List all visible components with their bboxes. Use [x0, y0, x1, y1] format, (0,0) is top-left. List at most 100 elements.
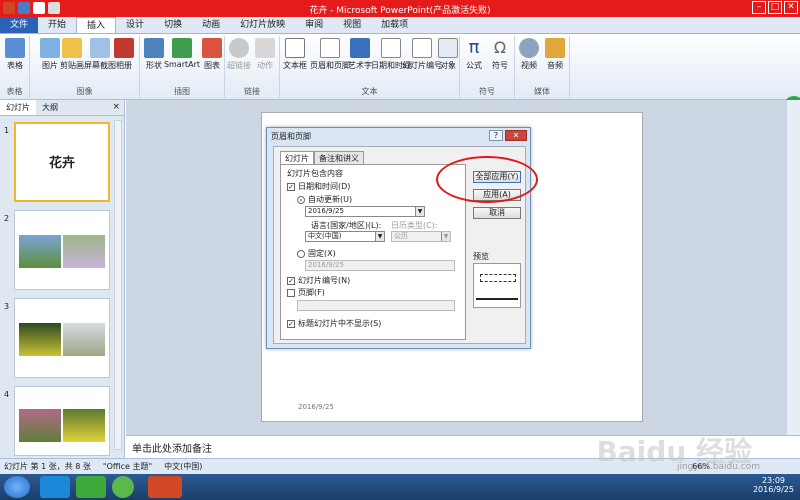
- tab-slides[interactable]: 幻灯片: [0, 100, 36, 115]
- group-text: 文本框 页眉和页脚 艺术字 日期和时间 幻灯片编号 对象 文本: [280, 36, 460, 98]
- group-tables: 表格 表格: [0, 36, 30, 98]
- panel-scrollbar[interactable]: [114, 120, 122, 450]
- clipart-icon: [62, 38, 82, 58]
- hide-on-title-row[interactable]: ✓ 标题幻灯片中不显示(S): [287, 318, 381, 329]
- slide-number-3: 3: [4, 302, 10, 311]
- audio-button[interactable]: 音频: [535, 38, 575, 71]
- auto-date-select[interactable]: 2016/9/25 ▼: [305, 206, 425, 217]
- footer-checkbox[interactable]: [287, 288, 295, 297]
- help-button[interactable]: ?: [489, 130, 503, 141]
- slide-thumbnail-1[interactable]: 花卉: [14, 122, 110, 202]
- flower-photo: [63, 409, 105, 442]
- calendar-label: 日历类型(C):: [391, 221, 438, 230]
- slide-number-row[interactable]: ✓ 幻灯片编号(N): [287, 275, 350, 286]
- browser-icon[interactable]: [40, 476, 70, 498]
- preview-box: [473, 263, 521, 308]
- slide-thumbnail-3[interactable]: [14, 298, 110, 378]
- fixed-row[interactable]: 固定(X): [297, 248, 336, 259]
- dialog-title: 页眉和页脚: [271, 132, 311, 141]
- tab-design[interactable]: 设计: [116, 17, 154, 33]
- flower-photo: [63, 235, 105, 268]
- window-title: 花卉 - Microsoft PowerPoint(产品激活失败): [309, 6, 491, 16]
- flower-photo: [19, 323, 61, 356]
- powerpoint-taskbar-icon[interactable]: [148, 476, 182, 498]
- slide-count-status: 幻灯片 第 1 张，共 8 张: [4, 462, 91, 471]
- tab-addins[interactable]: 加载项: [371, 17, 418, 33]
- canvas-scrollbar[interactable]: [786, 100, 800, 435]
- maximize-button[interactable]: □: [768, 1, 782, 14]
- tab-home[interactable]: 开始: [38, 17, 76, 33]
- theme-status: "Office 主题": [102, 462, 153, 471]
- group-images: 图片 剪贴画 屏幕截图 相册 图像: [30, 36, 140, 98]
- calendar-select[interactable]: 公历 ▼: [391, 231, 451, 242]
- preview-label: 预览: [473, 252, 489, 261]
- group-media: 视频 音频 媒体: [515, 36, 570, 98]
- app-icon[interactable]: [112, 476, 134, 498]
- group-links: 超链接 动作 链接: [225, 36, 280, 98]
- tab-outline[interactable]: 大纲: [36, 100, 64, 115]
- slide-thumbnail-2[interactable]: [14, 210, 110, 290]
- ribbon-tabs: 文件 开始 插入 设计 切换 动画 幻灯片放映 审阅 视图 加载项: [0, 17, 800, 34]
- slide-tab-content: 幻灯片包含内容 ✓ 日期和时间(D) 自动更新(U) 2016/9/25 ▼ 语…: [280, 164, 466, 340]
- dialog-title-bar: 页眉和页脚 ? ✕: [267, 128, 530, 144]
- chevron-down-icon: ▼: [375, 232, 384, 241]
- clock-time: 23:09: [761, 476, 786, 485]
- date-time-checkbox[interactable]: ✓: [287, 182, 295, 191]
- tab-slideshow[interactable]: 幻灯片放映: [230, 17, 295, 33]
- auto-update-radio[interactable]: [297, 195, 305, 204]
- panel-close-button[interactable]: ×: [108, 100, 124, 115]
- table-icon: [5, 38, 25, 58]
- date-time-row[interactable]: ✓ 日期和时间(D): [287, 181, 350, 192]
- action-icon: [255, 38, 275, 58]
- section-label: 幻灯片包含内容: [287, 169, 343, 178]
- cancel-button[interactable]: 取消: [473, 207, 521, 219]
- tab-view[interactable]: 视图: [333, 17, 371, 33]
- auto-update-row[interactable]: 自动更新(U): [297, 194, 352, 205]
- group-symbols: π 公式 Ω 符号 符号: [460, 36, 515, 98]
- smartart-icon: [172, 38, 192, 58]
- fixed-date-field[interactable]: 2016/9/25: [305, 260, 455, 271]
- speaker-icon: [545, 38, 565, 58]
- language-select[interactable]: 中文(中国) ▼: [305, 231, 385, 242]
- footer-input[interactable]: [297, 300, 455, 311]
- slide-number-4: 4: [4, 390, 10, 399]
- dialog-close-button[interactable]: ✕: [505, 130, 527, 141]
- tab-review[interactable]: 审阅: [295, 17, 333, 33]
- system-clock: 23:09 2016/9/25: [753, 476, 794, 494]
- shapes-icon: [144, 38, 164, 58]
- hide-on-title-checkbox[interactable]: ✓: [287, 319, 295, 328]
- preview-date-placeholder: [480, 274, 516, 282]
- slide-number-checkbox[interactable]: ✓: [287, 276, 295, 285]
- chevron-down-icon: ▼: [441, 232, 450, 241]
- taskbar: 23:09 2016/9/25: [0, 474, 800, 500]
- slide-thumbnail-4[interactable]: [14, 386, 110, 456]
- omega-icon: Ω: [493, 38, 507, 57]
- tab-transitions[interactable]: 切换: [154, 17, 192, 33]
- flower-photo: [19, 409, 61, 442]
- tab-animations[interactable]: 动画: [192, 17, 230, 33]
- slide-number-2: 2: [4, 214, 10, 223]
- minimize-button[interactable]: –: [752, 1, 766, 14]
- preview-footer-placeholders: [476, 298, 518, 301]
- watermark-url: jingyan.baidu.com: [676, 462, 760, 472]
- calendar-icon: [381, 38, 401, 58]
- title-bar: 花卉 - Microsoft PowerPoint(产品激活失败) – □ ✕: [0, 0, 800, 17]
- language-status[interactable]: 中文(中国): [164, 461, 202, 472]
- language-label: 语言(国家/地区)(L):: [311, 221, 382, 230]
- group-illustrations: 形状 SmartArt 图表 插图: [140, 36, 225, 98]
- photo-album-icon: [114, 38, 134, 58]
- footer-row[interactable]: 页脚(F): [287, 287, 325, 298]
- dialog-controls: ? ✕: [489, 130, 527, 141]
- panel-tabs: 幻灯片 大纲 ×: [0, 100, 124, 116]
- tab-insert[interactable]: 插入: [76, 17, 117, 33]
- ribbon: 表格 表格 图片 剪贴画 屏幕截图 相册 图像 形状 SmartArt 图表 插…: [0, 34, 800, 116]
- flower-photo: [63, 323, 105, 356]
- highlight-ellipse: [436, 156, 538, 203]
- fixed-radio[interactable]: [297, 249, 305, 258]
- header-footer-icon: [320, 38, 340, 58]
- close-window-button[interactable]: ✕: [784, 1, 798, 14]
- tab-file[interactable]: 文件: [0, 17, 39, 33]
- slides-panel: 幻灯片 大纲 × 1 花卉 2 3 4: [0, 100, 125, 458]
- start-button[interactable]: [4, 476, 30, 498]
- video-app-icon[interactable]: [76, 476, 106, 498]
